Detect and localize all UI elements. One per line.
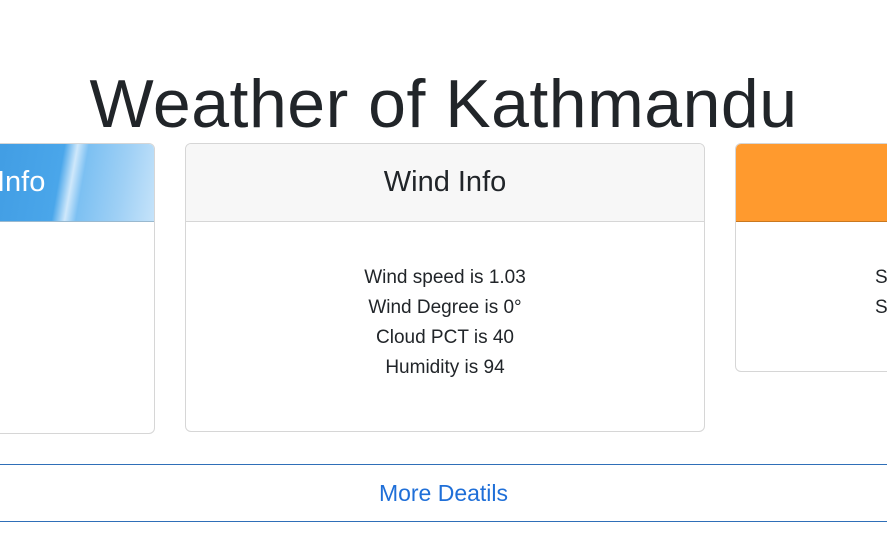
- wind-degree-text: Wind Degree is 0°: [368, 297, 522, 318]
- card-body-left: [0, 222, 154, 263]
- card-header-wind: Wind Info: [186, 144, 704, 222]
- card-header-right: [736, 144, 887, 222]
- right-card-line: S: [875, 297, 887, 318]
- right-card-line: Su: [875, 267, 887, 288]
- cloud-pct-text: Cloud PCT is 40: [376, 327, 514, 348]
- more-details-bar: More Deatils: [0, 464, 887, 522]
- card-header-left: Info: [0, 144, 154, 222]
- page: Weather of Kathmandu Info Wind Info Wind…: [0, 0, 887, 555]
- card-title-left: Info: [0, 166, 46, 198]
- wind-speed-text: Wind speed is 1.03: [364, 267, 526, 288]
- wind-info-card: Wind Info Wind speed is 1.03 Wind Degree…: [185, 143, 705, 432]
- humidity-text: Humidity is 94: [385, 357, 505, 378]
- weather-info-card-right: Su S: [735, 143, 887, 372]
- card-body-wind: Wind speed is 1.03 Wind Degree is 0° Clo…: [186, 222, 704, 383]
- weather-info-card-left: Info: [0, 143, 155, 434]
- more-details-link[interactable]: More Deatils: [379, 480, 508, 507]
- card-title-wind: Wind Info: [383, 166, 507, 198]
- page-title: Weather of Kathmandu: [89, 65, 798, 142]
- card-body-right: Su S: [736, 222, 887, 323]
